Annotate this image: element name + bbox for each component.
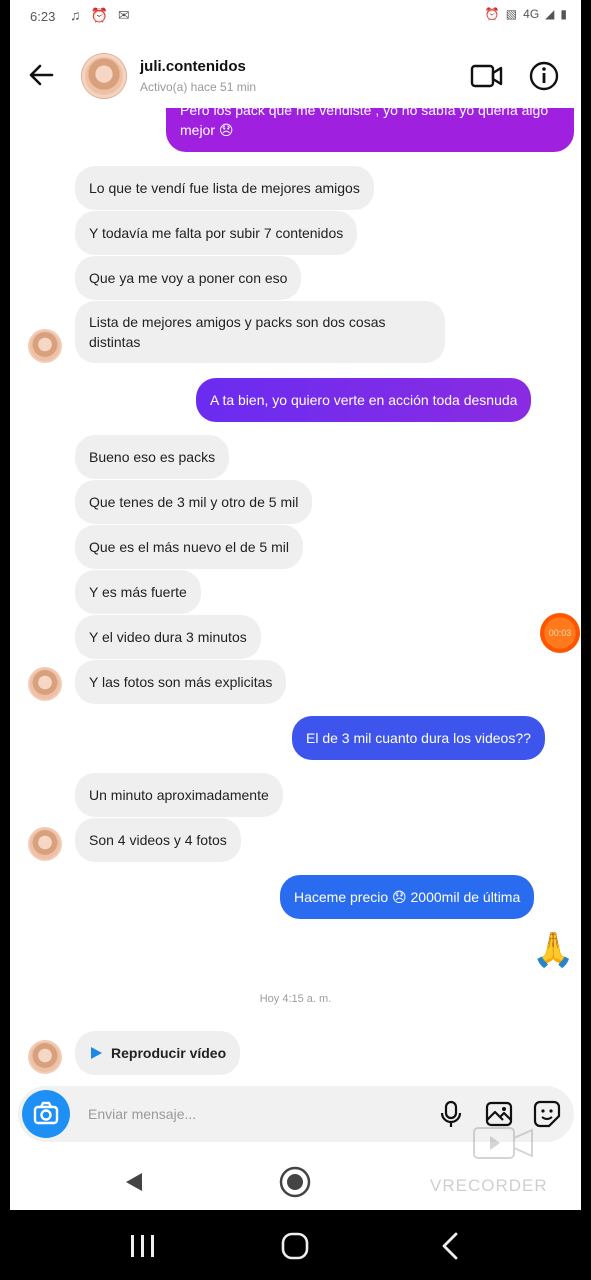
- message-incoming[interactable]: Y es más fuerte: [75, 570, 201, 614]
- no-signal-icon: ▧: [505, 7, 518, 21]
- sender-avatar[interactable]: [28, 1040, 62, 1074]
- message-incoming[interactable]: Lo que te vendí fue lista de mejores ami…: [75, 166, 374, 210]
- message-incoming[interactable]: Bueno eso es packs: [75, 435, 230, 479]
- signal-icon: ◢: [545, 7, 555, 21]
- sender-avatar[interactable]: [28, 827, 62, 861]
- play-icon: [91, 1047, 102, 1059]
- video-message[interactable]: Reproducir vídeo: [75, 1031, 241, 1075]
- profile-avatar[interactable]: [82, 54, 126, 98]
- praying-hands-emoji[interactable]: 🙏: [532, 930, 574, 970]
- home-circle-icon[interactable]: [278, 1165, 312, 1199]
- status-bar: 6:23 ♫ ⏰ ✉ ⏰ ▧ 4G ◢ ▮: [10, 0, 581, 34]
- activity-status: Activo(a) hace 51 min: [140, 80, 257, 94]
- message-incoming[interactable]: Que ya me voy a poner con eso: [75, 256, 302, 300]
- alarm-icon: ⏰: [90, 7, 108, 23]
- camera-icon: [33, 1101, 59, 1125]
- battery-icon: ▮: [560, 7, 567, 21]
- message-incoming[interactable]: Y las fotos son más explicitas: [75, 660, 287, 704]
- network-4g-icon: 4G: [523, 7, 540, 21]
- back-triangle-icon[interactable]: [122, 1170, 146, 1194]
- watermark: VRECORDER: [430, 1176, 548, 1195]
- camera-button[interactable]: [22, 1090, 70, 1138]
- message-outgoing[interactable]: A ta bien, yo quiero verte en acción tod…: [196, 378, 532, 422]
- microphone-icon[interactable]: [436, 1099, 466, 1129]
- sender-avatar[interactable]: [28, 329, 62, 363]
- message-outgoing[interactable]: Haceme precio 😞 2000mil de última: [280, 875, 535, 919]
- home-icon[interactable]: [280, 1231, 310, 1261]
- message-incoming[interactable]: Un minuto aproximadamente: [75, 773, 283, 817]
- sender-avatar[interactable]: [28, 667, 62, 701]
- message-incoming[interactable]: Y todavía me falta por subir 7 contenido…: [75, 211, 358, 255]
- message-incoming[interactable]: Que es el más nuevo el de 5 mil: [75, 525, 303, 569]
- timestamp: Hoy 4:15 a. m.: [259, 993, 332, 1005]
- status-right-icons: ⏰ ▧ 4G ◢ ▮: [485, 7, 567, 21]
- mail-icon: ✉: [117, 7, 130, 23]
- chat-header: juli.contenidos Activo(a) hace 51 min: [10, 46, 581, 106]
- status-time: 6:23: [30, 9, 56, 24]
- phone-screen: 6:23 ♫ ⏰ ✉ ⏰ ▧ 4G ◢ ▮ juli.contenidos Ac…: [10, 0, 581, 1210]
- recents-icon[interactable]: [128, 1232, 158, 1260]
- chat-title[interactable]: juli.contenidos: [140, 58, 246, 75]
- message-incoming[interactable]: Lista de mejores amigos y packs son dos …: [75, 301, 445, 363]
- system-navigation-bar: [0, 1212, 591, 1280]
- video-call-icon[interactable]: [470, 62, 504, 90]
- message-thread: Pero los pack que me vendiste , yo no sa…: [10, 108, 581, 1078]
- recorder-badge[interactable]: 00:03: [540, 613, 580, 653]
- info-icon[interactable]: [528, 60, 560, 92]
- message-outgoing[interactable]: El de 3 mil cuanto dura los videos??: [292, 716, 545, 760]
- status-left-icons: ♫ ⏰ ✉: [70, 7, 130, 24]
- back-chevron-icon[interactable]: [438, 1231, 464, 1261]
- back-arrow-icon[interactable]: [24, 58, 58, 92]
- alarm-icon: ⏰: [484, 7, 500, 21]
- message-incoming[interactable]: Son 4 videos y 4 fotos: [75, 818, 241, 862]
- message-input[interactable]: [88, 1094, 418, 1134]
- message-outgoing[interactable]: Pero los pack que me vendiste , yo no sa…: [166, 108, 574, 152]
- music-icon: ♫: [70, 7, 81, 23]
- message-incoming[interactable]: Que tenes de 3 mil y otro de 5 mil: [75, 480, 313, 524]
- message-incoming[interactable]: Y el video dura 3 minutos: [75, 615, 261, 659]
